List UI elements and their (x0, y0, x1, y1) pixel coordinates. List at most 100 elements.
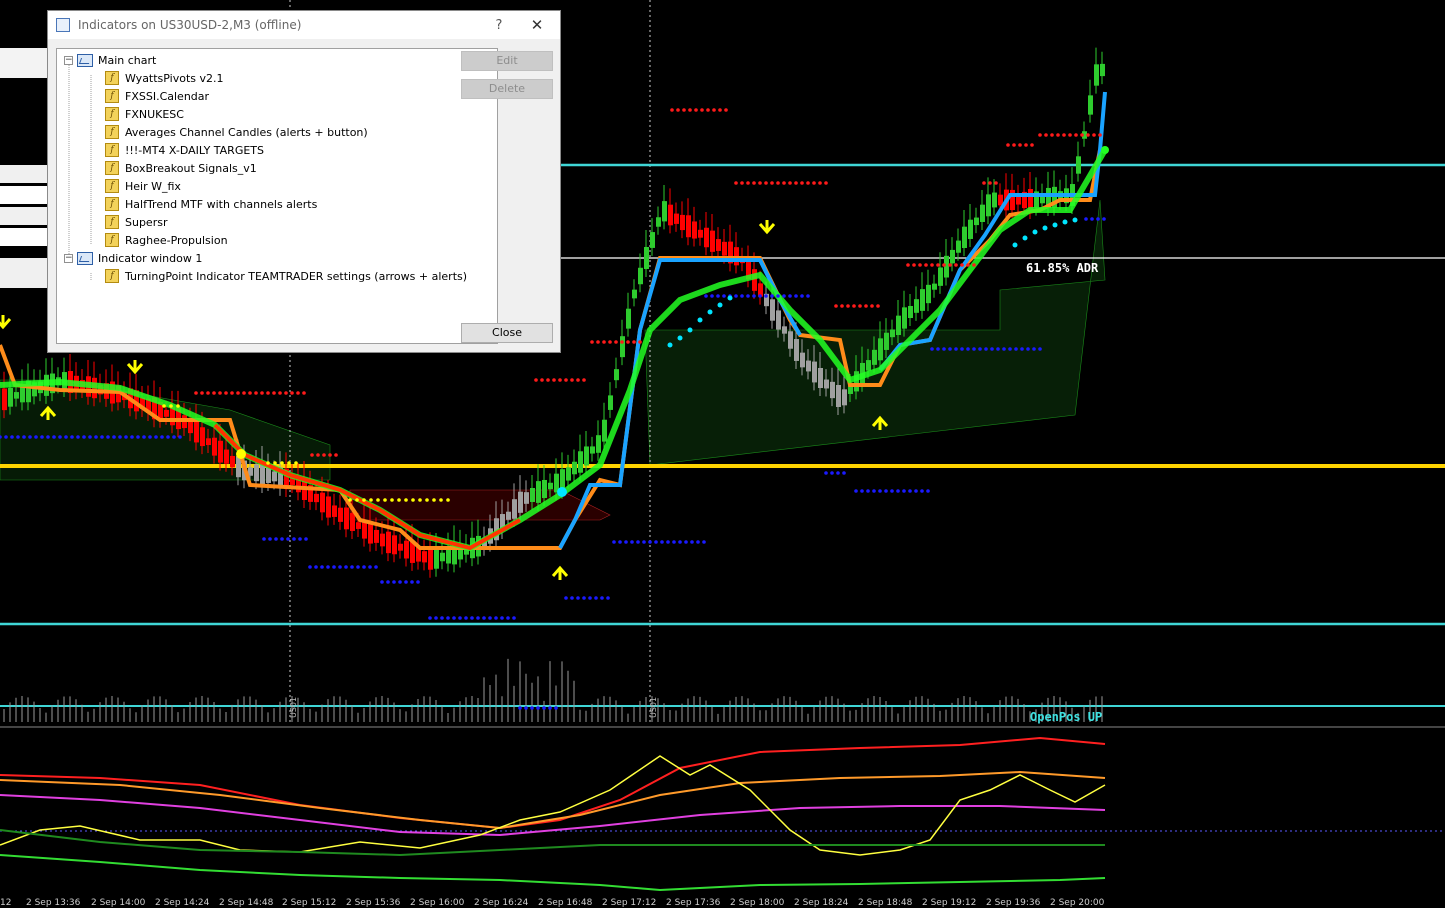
resistance-dot (858, 304, 862, 308)
candle-body (272, 471, 277, 482)
resistance-dot (764, 181, 768, 185)
tree-group-indicator-window[interactable]: − Indicator window 1 (64, 249, 202, 267)
tree-item-indicator[interactable]: f FXNUKESC (105, 105, 184, 123)
tree-item-indicator[interactable]: f Supersr (105, 213, 167, 231)
candle-body (938, 267, 943, 286)
candle-body (584, 446, 589, 466)
tree-item-indicator[interactable]: f TurningPoint Indicator TEAMTRADER setti… (105, 267, 467, 285)
background-window-strip (0, 186, 47, 204)
tree-item-indicator[interactable]: f WyattsPivots v2.1 (105, 69, 224, 87)
support-dot (908, 489, 912, 493)
tree-item-label: HalfTrend MTF with channels alerts (125, 197, 318, 211)
help-icon[interactable]: ? (484, 18, 514, 33)
trail-dot (280, 461, 284, 465)
tree-group-main-chart[interactable]: − Main chart (64, 51, 156, 69)
oscillator-line-red (0, 736, 1106, 830)
tree-item-indicator[interactable]: f HalfTrend MTF with channels alerts (105, 195, 317, 213)
support-dot (1032, 347, 1036, 351)
trail-dot (425, 498, 429, 502)
tree-item-label: Raghee-Propulsion (125, 233, 228, 247)
candle-body (602, 419, 607, 442)
trail-dot (169, 404, 173, 408)
resistance-dot (316, 453, 320, 457)
resistance-dot (590, 340, 594, 344)
support-dot (494, 616, 498, 620)
signal-dot (1101, 146, 1109, 154)
candle-body (884, 332, 889, 350)
support-dot (630, 540, 634, 544)
resistance-dot (994, 181, 998, 185)
resistance-dot (834, 304, 838, 308)
tree-item-indicator[interactable]: f Raghee-Propulsion (105, 231, 228, 249)
resistance-dot (936, 263, 940, 267)
resistance-dot (218, 391, 222, 395)
support-dot (166, 435, 170, 439)
tree-item-indicator[interactable]: f !!!-MT4 X-DAILY TARGETS (105, 141, 264, 159)
candle-body (440, 552, 445, 562)
support-dot (554, 706, 558, 710)
oscillator-line-orange (0, 770, 1106, 830)
support-dot (298, 537, 302, 541)
tree-item-indicator[interactable]: f BoxBreakout Signals_v1 (105, 159, 257, 177)
tree-item-label: !!!-MT4 X-DAILY TARGETS (125, 143, 264, 157)
support-dot (618, 540, 622, 544)
candle-body (506, 511, 511, 520)
collapse-icon[interactable]: − (64, 55, 73, 65)
support-dot (684, 540, 688, 544)
resistance-dot (840, 304, 844, 308)
tree-item-indicator[interactable]: f Heir W_fix (105, 177, 181, 195)
resistance-dot (558, 378, 562, 382)
candle-body (926, 284, 931, 304)
support-dot (172, 435, 176, 439)
close-icon[interactable]: ✕ (514, 16, 560, 34)
support-dot (404, 580, 408, 584)
trail-dot (273, 461, 277, 465)
trail-dot (446, 498, 450, 502)
close-button[interactable]: Close (461, 323, 553, 343)
resistance-dot (236, 391, 240, 395)
support-dot (1008, 347, 1012, 351)
candle-body (956, 240, 961, 253)
resistance-dot (1056, 133, 1060, 137)
signal-dot (236, 449, 246, 459)
candle-body (350, 513, 355, 531)
resistance-dot (334, 453, 338, 457)
support-dot (446, 616, 450, 620)
candle-body (224, 449, 229, 464)
trail-dot (439, 498, 443, 502)
candle-body (650, 232, 655, 248)
support-dot (524, 706, 528, 710)
candle-body (842, 389, 847, 406)
background-window-strip (0, 228, 47, 246)
candle-body (800, 352, 805, 368)
collapse-icon[interactable]: − (64, 253, 73, 263)
edit-button[interactable]: Edit (461, 51, 553, 71)
tree-item-indicator[interactable]: f Averages Channel Candles (alerts + butt… (105, 123, 368, 141)
delete-button[interactable]: Delete (461, 79, 553, 99)
candle-body (8, 387, 13, 407)
resistance-dot (852, 304, 856, 308)
candle-body (578, 451, 583, 473)
support-dot (660, 540, 664, 544)
trail-dot (1032, 229, 1038, 235)
candle-body (872, 349, 877, 365)
dialog-title-bar[interactable]: Indicators on US30USD-2,M3 (offline) ? ✕ (48, 11, 560, 39)
candle-body (692, 221, 697, 239)
indicators-dialog[interactable]: Indicators on US30USD-2,M3 (offline) ? ✕… (47, 10, 561, 353)
support-dot (356, 565, 360, 569)
resistance-dot (788, 181, 792, 185)
indicator-tree[interactable]: − Main chart f WyattsPivots v2.1 f FXSSI.Cale… (56, 48, 498, 344)
trail-dot (1052, 222, 1058, 228)
support-dot (696, 540, 700, 544)
support-dot (458, 616, 462, 620)
candle-body (968, 219, 973, 239)
support-dot (942, 347, 946, 351)
tree-item-label: WyattsPivots v2.1 (125, 71, 224, 85)
support-dot (52, 435, 56, 439)
resistance-dot (546, 378, 550, 382)
candle-body (992, 192, 997, 208)
tree-item-indicator[interactable]: f FXSSI.Calendar (105, 87, 209, 105)
trail-dot (294, 461, 298, 465)
candle-body (218, 440, 223, 463)
indicator-icon: f (105, 197, 119, 211)
